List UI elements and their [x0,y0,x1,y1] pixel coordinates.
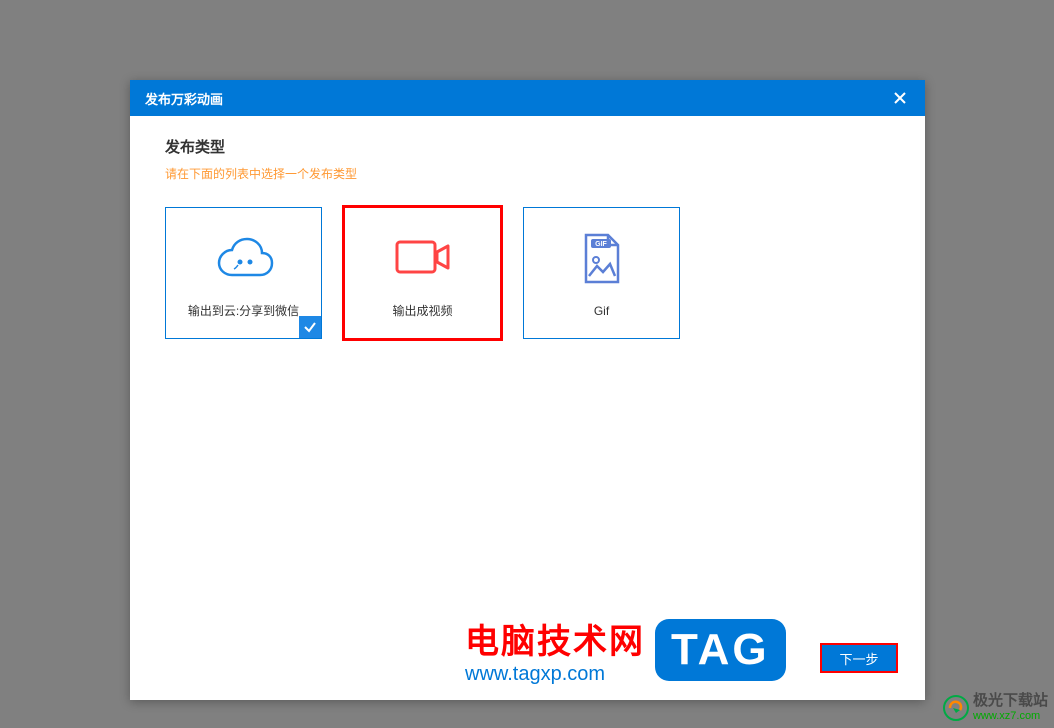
publish-dialog: 发布万彩动画 发布类型 请在下面的列表中选择一个发布类型 [130,80,925,700]
option-label: 输出到云:分享到微信 [188,302,299,319]
svg-text:GIF: GIF [595,241,607,248]
watermark-tag: TAG [655,619,786,681]
next-button[interactable]: 下一步 [820,643,898,673]
video-icon [393,227,453,287]
dialog-title: 发布万彩动画 [145,89,223,108]
dialog-body: 发布类型 请在下面的列表中选择一个发布类型 输出到云:分享到微信 [130,116,925,359]
watermark-url: www.tagxp.com [465,663,645,686]
next-button-wrapper: 下一步 [820,643,898,673]
option-label: 输出成视频 [392,302,452,319]
next-button-label: 下一步 [839,649,878,668]
close-icon [894,92,906,104]
dialog-header: 发布万彩动画 [130,80,925,116]
watermark2-text: 极光下载站 www.xz7.com [973,693,1048,722]
option-cloud-wechat[interactable]: 输出到云:分享到微信 [165,207,322,339]
section-title: 发布类型 [165,136,890,157]
watermark-tagxp: 电脑技术网 www.tagxp.com TAG [465,614,786,686]
options-row: 输出到云:分享到微信 输出成视频 [165,207,890,339]
selected-badge [299,316,321,338]
check-icon [303,320,317,334]
close-button[interactable] [890,88,910,108]
cloud-wechat-icon [212,227,276,287]
option-gif[interactable]: GIF Gif [523,207,680,339]
option-label: Gif [594,304,609,318]
xz7-logo-icon [943,695,969,721]
watermark-text: 电脑技术网 www.tagxp.com [465,614,645,686]
watermark2-title: 极光下载站 [973,693,1048,710]
section-hint: 请在下面的列表中选择一个发布类型 [165,165,890,182]
watermark2-url: www.xz7.com [973,710,1048,722]
watermark-xz7: 极光下载站 www.xz7.com [943,693,1048,722]
gif-icon: GIF [580,229,624,289]
watermark-title: 电脑技术网 [465,614,645,663]
option-video[interactable]: 输出成视频 [344,207,501,339]
